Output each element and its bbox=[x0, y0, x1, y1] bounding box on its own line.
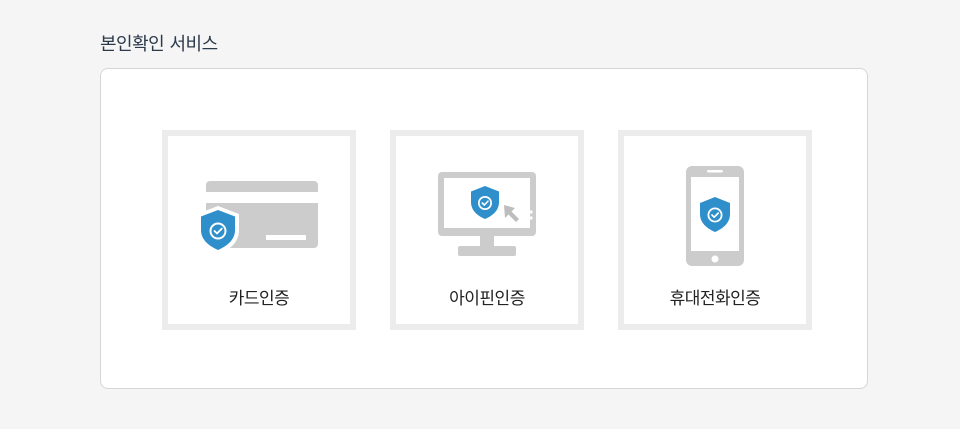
auth-options: 카드인증 아이핀인증 휴대전화인증 bbox=[162, 130, 812, 330]
card-auth-option[interactable]: 카드인증 bbox=[162, 130, 356, 330]
phone-auth-label: 휴대전화인증 bbox=[669, 289, 761, 309]
page: 본인확인 서비스 카드인증 아이핀인증 휴대전화인증 bbox=[0, 0, 960, 429]
monitor-shield-icon bbox=[396, 164, 578, 274]
credit-card-shield-icon bbox=[168, 164, 350, 274]
auth-panel: 카드인증 아이핀인증 휴대전화인증 bbox=[100, 68, 868, 389]
phone-auth-option[interactable]: 휴대전화인증 bbox=[618, 130, 812, 330]
section-title: 본인확인 서비스 bbox=[100, 34, 218, 55]
card-auth-label: 카드인증 bbox=[228, 289, 290, 309]
ipin-auth-label: 아이핀인증 bbox=[449, 289, 525, 309]
ipin-auth-option[interactable]: 아이핀인증 bbox=[390, 130, 584, 330]
phone-shield-icon bbox=[624, 164, 806, 274]
